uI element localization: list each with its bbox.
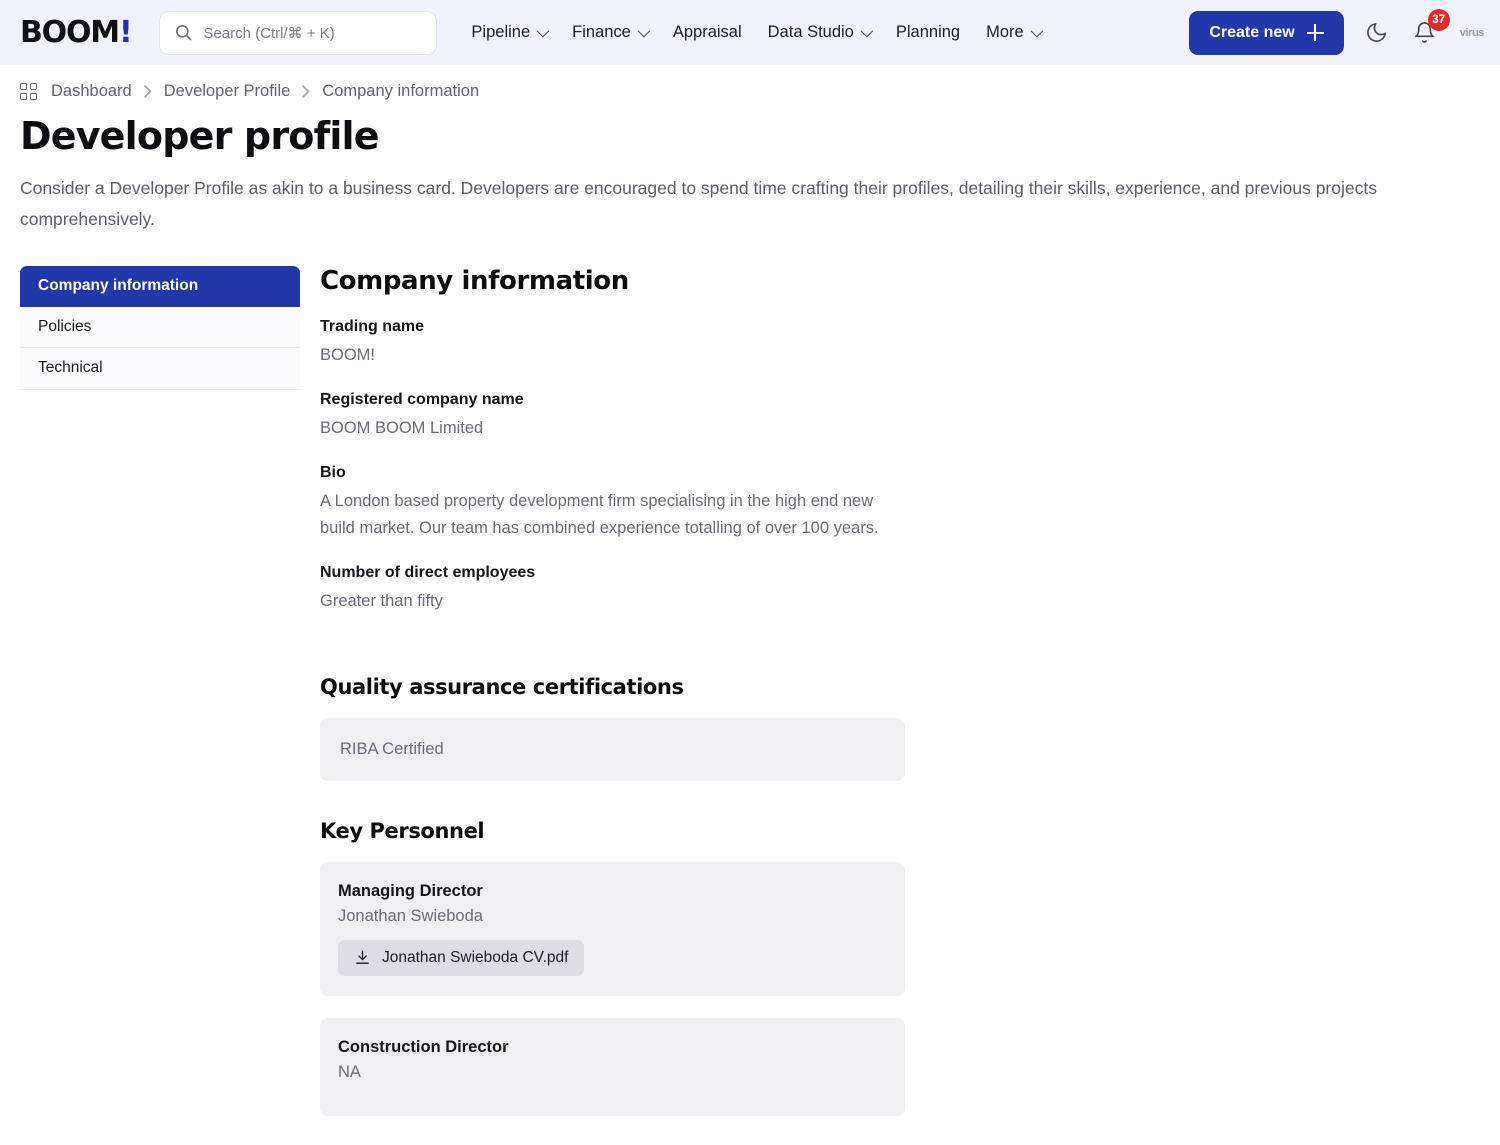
nav-item-data-studio[interactable]: Data Studio <box>767 23 874 42</box>
section-tabs: Company information Policies Technical <box>20 265 300 390</box>
nav-item-appraisal[interactable]: Appraisal <box>673 23 742 42</box>
person-role: Managing Director <box>338 881 483 900</box>
nav-item-finance[interactable]: Finance <box>572 23 651 42</box>
nav-item-pipeline[interactable]: Pipeline <box>471 23 550 42</box>
breadcrumb-item-dashboard[interactable]: Dashboard <box>51 82 132 101</box>
breadcrumb-item-company-information[interactable]: Company information <box>322 82 479 101</box>
person-card-construction-director: Construction Director NA <box>320 1017 905 1116</box>
top-navigation-bar: BOOM! Search (Ctrl/⌘ + K) Pipeline Finan… <box>0 0 1500 65</box>
tab-technical[interactable]: Technical <box>20 347 300 389</box>
field-bio: Bio A London based property development … <box>320 464 1480 542</box>
chevron-down-icon <box>536 24 550 38</box>
nav-label: Pipeline <box>471 23 531 41</box>
nav-label: Data Studio <box>767 23 854 41</box>
field-value: Greater than fifty <box>320 591 443 610</box>
nav-label: More <box>986 23 1024 41</box>
app-logo-accent: ! <box>118 15 133 50</box>
breadcrumb-separator <box>143 85 152 98</box>
nav-label: Finance <box>572 23 631 41</box>
breadcrumb-separator <box>302 85 310 98</box>
tab-label: Policies <box>38 317 92 335</box>
section-title-quality-assurance: Quality assurance certifications <box>320 674 684 699</box>
page-title: Developer profile <box>20 114 380 158</box>
create-new-button[interactable]: Create new <box>1189 10 1344 55</box>
vendor-watermark: virus <box>1459 26 1485 39</box>
search-input[interactable]: Search (Ctrl/⌘ + K) <box>159 10 438 55</box>
person-role: Construction Director <box>338 1037 509 1056</box>
search-icon <box>174 23 193 42</box>
theme-toggle-button[interactable] <box>1362 18 1392 48</box>
page-subtitle: Consider a Developer Profile as akin to … <box>20 177 1377 229</box>
chevron-down-icon <box>860 24 874 38</box>
nav-label: Planning <box>895 23 961 41</box>
field-value: BOOM BOOM Limited <box>320 418 484 437</box>
app-logo[interactable]: BOOM! <box>20 15 133 50</box>
field-value: A London based property development firm… <box>320 491 879 537</box>
breadcrumb: Dashboard Developer Profile Company info… <box>0 65 1500 101</box>
field-label: Trading name <box>320 317 425 335</box>
person-name: Jonathan Swieboda <box>338 906 483 925</box>
main-content: Company information Trading name BOOM! R… <box>320 266 1480 1138</box>
page-header: Developer profile Consider a Developer P… <box>0 101 1500 235</box>
chevron-down-icon <box>637 24 651 38</box>
quality-certification-value: RIBA Certified <box>340 739 444 758</box>
person-card-managing-director: Managing Director Jonathan Swieboda Jona… <box>320 861 905 996</box>
field-number-of-direct-employees: Number of direct employees Greater than … <box>320 564 1480 615</box>
cv-download-button[interactable]: Jonathan Swieboda CV.pdf <box>338 939 585 976</box>
create-new-label: Create new <box>1209 23 1295 41</box>
search-placeholder: Search (Ctrl/⌘ + K) <box>203 24 335 42</box>
notifications-button[interactable]: 37 <box>1410 8 1450 48</box>
nav-label: Appraisal <box>672 23 742 41</box>
field-label: Registered company name <box>320 390 524 408</box>
grid-cell <box>30 93 37 100</box>
chevron-down-icon <box>1030 24 1043 38</box>
person-name: NA <box>338 1062 361 1081</box>
field-label: Bio <box>320 463 346 481</box>
section-title-key-personnel: Key Personnel <box>320 818 485 843</box>
tab-label: Technical <box>38 359 103 377</box>
breadcrumb-item-developer-profile[interactable]: Developer Profile <box>164 82 291 101</box>
field-trading-name: Trading name BOOM! <box>320 318 1480 369</box>
tab-company-information[interactable]: Company information <box>20 265 300 307</box>
nav-item-more[interactable]: More <box>986 23 1043 42</box>
field-registered-company-name: Registered company name BOOM BOOM Limite… <box>320 391 1480 442</box>
nav-item-planning[interactable]: Planning <box>896 23 960 42</box>
dashboard-grid-icon[interactable] <box>20 83 37 100</box>
primary-nav: Pipeline Finance Appraisal Data Studio P… <box>471 23 1043 42</box>
app-logo-text: BOOM <box>20 15 120 50</box>
tab-label: Company information <box>38 276 199 294</box>
grid-cell <box>30 83 37 90</box>
field-label: Number of direct employees <box>320 563 536 581</box>
page-body: Company information Policies Technical C… <box>0 235 1500 1138</box>
grid-cell <box>20 83 27 90</box>
notification-count-badge: 37 <box>1427 8 1450 31</box>
quality-certification-card: RIBA Certified <box>320 717 905 781</box>
tab-policies[interactable]: Policies <box>20 306 300 348</box>
plus-icon <box>1306 24 1324 41</box>
top-bar-actions: Create new 37 virus <box>1189 8 1485 55</box>
download-icon <box>354 949 371 966</box>
field-value: BOOM! <box>320 345 376 364</box>
section-title-company-information: Company information <box>320 265 629 296</box>
cv-file-name: Jonathan Swieboda CV.pdf <box>382 948 569 966</box>
grid-cell <box>20 93 27 100</box>
moon-icon <box>1365 21 1388 44</box>
